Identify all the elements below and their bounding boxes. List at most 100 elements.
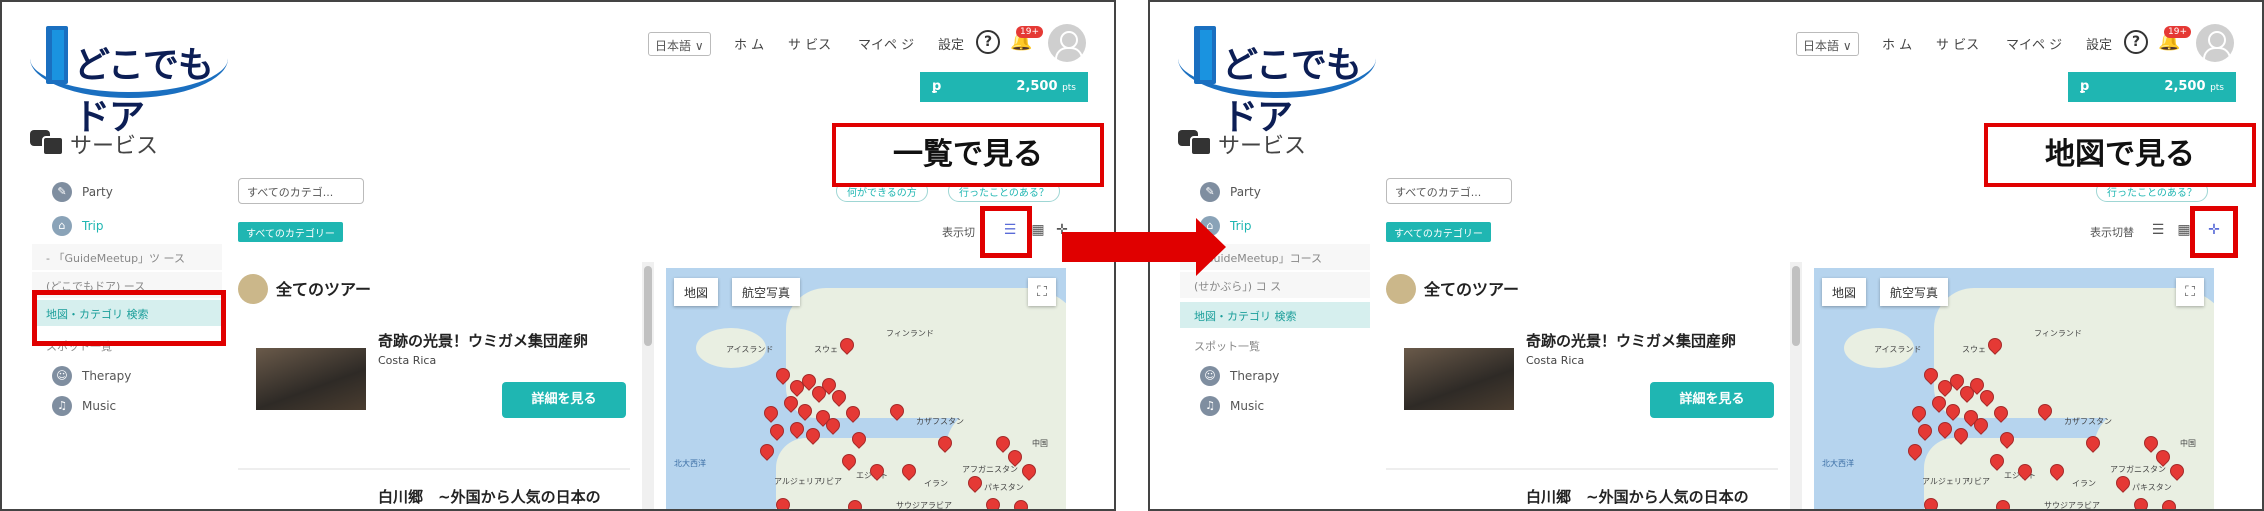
notification-badge: 19+ — [2164, 26, 2191, 38]
tours-heading: 全てのツアー — [1424, 280, 1520, 299]
map-pin[interactable] — [767, 421, 787, 441]
nav-mypage[interactable]: マイペ ジ — [2006, 34, 2062, 53]
language-select[interactable]: 日本語 ∨ — [1796, 32, 1859, 56]
language-select[interactable]: 日本語 ∨ — [648, 32, 711, 56]
logo-text: どこでもドア — [74, 45, 214, 138]
map-pin[interactable] — [1935, 419, 1955, 439]
detail-button[interactable]: 詳細を見る — [1650, 382, 1774, 418]
logo[interactable]: どこでもドア — [1178, 22, 1378, 138]
nav-services[interactable]: サ ビス — [788, 34, 831, 53]
points-icon: ꝑ — [2080, 79, 2090, 94]
sidebar-item-party[interactable]: ✎ Party — [52, 182, 113, 202]
sidebar-item-therapy[interactable]: ☺ Therapy — [52, 366, 131, 386]
view-toggle-label: 表示切 — [942, 226, 975, 239]
screenshot-list-view: どこでもドア 日本語 ∨ ホ ム サ ビス マイペ ジ 設定 ? 🔔 19+ ꝑ… — [0, 0, 1116, 511]
map-tab[interactable]: 地図 — [1822, 278, 1867, 306]
map[interactable]: 地図 航空写真 ⛶ アイスランド スウェ フィンランド カザフスタン 北大西洋 … — [666, 268, 1066, 509]
highlight-box-sidebar — [32, 290, 226, 346]
map-pin[interactable] — [787, 419, 807, 439]
chat-bubbles-icon — [30, 130, 64, 156]
tour-title[interactable]: 奇跡の光景！ウミガメ集団産卵 — [378, 330, 588, 351]
scrollbar[interactable] — [1790, 262, 1802, 509]
divider — [238, 468, 630, 470]
page-title: サービス — [70, 134, 159, 159]
nav-services[interactable]: サ ビス — [1936, 34, 1979, 53]
tour-category-icon — [238, 274, 268, 304]
divider — [1386, 468, 1778, 470]
transition-arrow-shaft — [1062, 232, 1198, 262]
nav-home[interactable]: ホ ム — [1882, 34, 1912, 53]
satellite-tab[interactable]: 航空写真 — [732, 278, 801, 306]
map-label: アルジェリア — [774, 477, 822, 486]
map-label: イラン — [2072, 479, 2096, 488]
scrollbar[interactable] — [642, 262, 654, 509]
party-icon: ✎ — [52, 182, 72, 202]
tour-location: Costa Rica — [1526, 354, 1585, 367]
map-label: 北大西洋 — [1822, 459, 1854, 468]
map-label: カザフスタン — [2064, 417, 2112, 426]
tour-category-icon — [1386, 274, 1416, 304]
map-label: 中国 — [1032, 439, 1048, 448]
sidebar-sub-spot-list[interactable]: スポット一覧 — [1180, 332, 1370, 358]
screenshot-map-view: どこでもドア 日本語 ∨ ホ ム サ ビス マイペ ジ 設定 ? 🔔 19+ ꝑ… — [1148, 0, 2264, 511]
tour-title[interactable]: 白川郷 ~外国から人気の日本の — [378, 486, 601, 507]
nav-settings[interactable]: 設定 — [938, 34, 964, 53]
map-tab[interactable]: 地図 — [674, 278, 719, 306]
map-pin[interactable] — [761, 403, 781, 423]
map-label: サウジアラビア — [2044, 501, 2100, 510]
tours-heading: 全てのツアー — [276, 280, 372, 299]
points-bar[interactable]: ꝑ 2,500 pts — [920, 72, 1088, 102]
points-bar[interactable]: ꝑ 2,500 pts — [2068, 72, 2236, 102]
door-icon — [46, 26, 68, 84]
sidebar-item-party[interactable]: ✎ Party — [1200, 182, 1261, 202]
notification-badge: 19+ — [1016, 26, 1043, 38]
map-label: フィンランド — [886, 329, 934, 338]
nav-home[interactable]: ホ ム — [734, 34, 764, 53]
music-icon: ♫ — [52, 396, 72, 416]
sidebar-item-trip[interactable]: ⌂ Trip — [52, 216, 103, 236]
map-pin[interactable] — [1905, 441, 1925, 461]
sidebar-item-music[interactable]: ♫ Music — [1200, 396, 1264, 416]
trip-icon: ⌂ — [52, 216, 72, 236]
category-select[interactable]: すべてのカテゴ... — [1386, 178, 1512, 204]
category-tag[interactable]: すべてのカテゴリー — [238, 222, 343, 242]
sidebar-item-music[interactable]: ♫ Music — [52, 396, 116, 416]
list-view-icon[interactable]: ☰ — [2148, 220, 2168, 240]
tour-thumbnail[interactable] — [1404, 348, 1514, 410]
help-icon[interactable]: ? — [976, 30, 1000, 54]
satellite-tab[interactable]: 航空写真 — [1880, 278, 1949, 306]
map[interactable]: 地図 航空写真 ⛶ アイスランド スウェ フィンランド カザフスタン 北大西洋 … — [1814, 268, 2214, 510]
sidebar-item-therapy[interactable]: ☺ Therapy — [1200, 366, 1279, 386]
map-label: カザフスタン — [916, 417, 964, 426]
map-label: 中国 — [2180, 439, 2196, 448]
nav-mypage[interactable]: マイペ ジ — [858, 34, 914, 53]
sidebar-sub-guidemeetup[interactable]: - 「GuideMeetup」ツ ース — [32, 244, 222, 270]
music-icon: ♫ — [1200, 396, 1220, 416]
map-label: リビア — [1966, 477, 1990, 486]
chat-bubbles-icon — [1178, 130, 1212, 156]
nav-settings[interactable]: 設定 — [2086, 34, 2112, 53]
highlight-box-list-view — [980, 206, 1032, 258]
detail-button[interactable]: 詳細を見る — [502, 382, 626, 418]
fullscreen-icon[interactable]: ⛶ — [1028, 278, 1056, 306]
logo-text: どこでもドア — [1222, 45, 1362, 138]
map-pin[interactable] — [1909, 403, 1929, 423]
category-select[interactable]: すべてのカテゴ... — [238, 178, 364, 204]
map-pin[interactable] — [757, 441, 777, 461]
tour-title[interactable]: 白川郷 ~外国から人気の日本の — [1526, 486, 1749, 507]
tour-title[interactable]: 奇跡の光景！ウミガメ集団産卵 — [1526, 330, 1736, 351]
sidebar-sub-map-category-search[interactable]: 地図・カテゴリ 検索 — [1180, 302, 1370, 328]
avatar[interactable] — [2196, 24, 2234, 62]
map-label: 北大西洋 — [674, 459, 706, 468]
logo[interactable]: どこでもドア — [30, 22, 230, 138]
map-pin[interactable] — [1915, 421, 1935, 441]
map-label: アフガニスタン — [962, 465, 1018, 474]
fullscreen-icon[interactable]: ⛶ — [2176, 278, 2204, 306]
map-label: スウェ — [1962, 345, 1986, 354]
help-icon[interactable]: ? — [2124, 30, 2148, 54]
category-tag[interactable]: すべてのカテゴリー — [1386, 222, 1491, 242]
page-title: サービス — [1218, 134, 1307, 159]
map-label: リビア — [818, 477, 842, 486]
avatar[interactable] — [1048, 24, 1086, 62]
tour-thumbnail[interactable] — [256, 348, 366, 410]
